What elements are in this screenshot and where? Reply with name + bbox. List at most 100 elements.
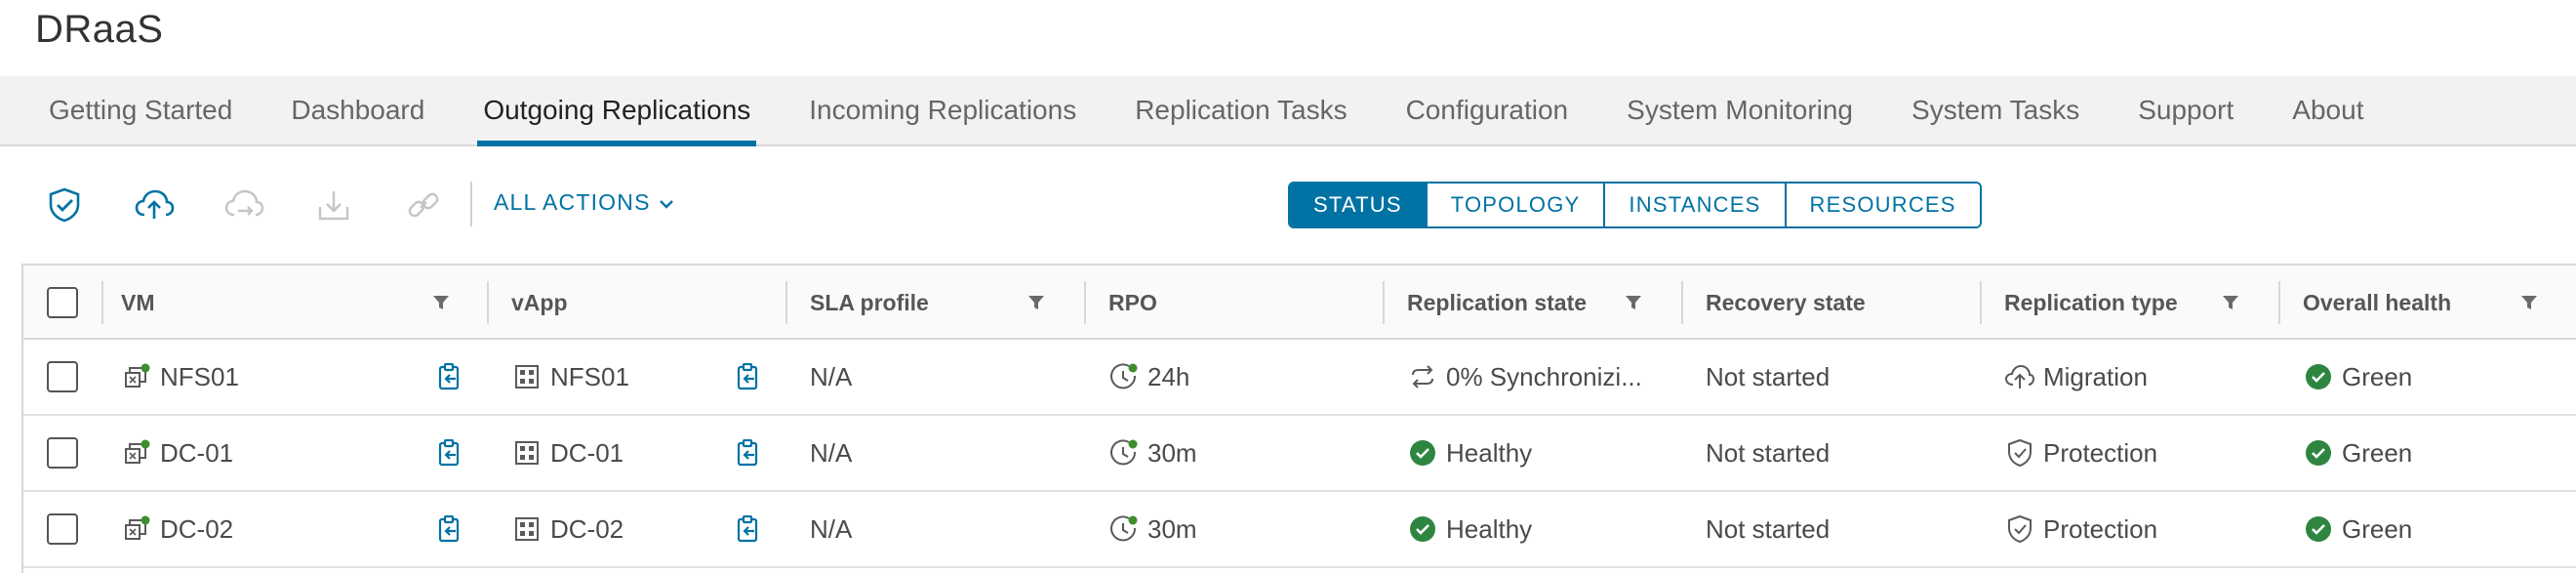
replication-state-cell: Healthy [1407,416,1532,490]
tab-getting-started[interactable]: Getting Started [20,76,262,144]
view-instances-button[interactable]: INSTANCES [1603,184,1785,226]
link-icon[interactable] [400,182,447,228]
column-divider [785,281,787,324]
download-icon[interactable] [310,182,357,228]
filter-icon[interactable] [1023,289,1050,316]
replication-type-value: Protection [2043,437,2158,468]
sync-icon [1407,361,1438,392]
column-divider [101,281,103,324]
column-header-vapp[interactable]: vApp [511,266,568,340]
table-row[interactable]: NFS01 NFS01 N/A 24h 0% Synchronizi... No… [23,340,2576,416]
overall-health-cell: Green [2303,492,2412,566]
tab-system-tasks[interactable]: System Tasks [1882,76,2109,144]
filter-icon[interactable] [427,289,455,316]
tab-incoming-replications[interactable]: Incoming Replications [780,76,1106,144]
tab-replication-tasks[interactable]: Replication Tasks [1106,76,1376,144]
chevron-down-icon [659,189,674,216]
vm-name: DC-01 [160,437,234,468]
copy-icon[interactable] [433,437,466,471]
shield-check-icon[interactable] [41,182,88,228]
column-header-overall-health[interactable]: Overall health [2303,266,2451,340]
column-divider [1084,281,1086,324]
vapp-name: DC-02 [550,513,624,544]
clock-icon [1108,513,1140,545]
overall-health-value: Green [2342,437,2413,468]
tab-system-monitoring[interactable]: System Monitoring [1597,76,1882,144]
check-circle-icon [2303,437,2334,469]
cloud-sync-icon[interactable] [221,182,267,228]
replication-state-value: Healthy [1446,437,1533,468]
vm-icon [121,513,152,545]
column-divider [1383,281,1385,324]
tab-support[interactable]: Support [2109,76,2263,144]
check-circle-icon [1407,437,1438,469]
clock-icon [1108,437,1140,469]
shield-icon [2004,513,2035,545]
replication-state-value: 0% Synchronizi... [1446,361,1642,391]
view-switcher: STATUS TOPOLOGY INSTANCES RESOURCES [1288,182,1982,228]
filter-icon[interactable] [2516,289,2543,316]
replication-type-cell: Protection [2004,492,2157,566]
replication-state-value: Healthy [1446,513,1533,544]
column-header-rpo[interactable]: RPO [1108,266,1157,340]
view-resources-button[interactable]: RESOURCES [1784,184,1980,226]
recovery-state-value: Not started [1706,361,1831,391]
vapp-cell: DC-02 [511,492,624,566]
row-checkbox[interactable] [47,361,78,392]
tab-outgoing-replications[interactable]: Outgoing Replications [454,76,780,146]
vm-cell: DC-01 [121,416,233,490]
view-topology-button[interactable]: TOPOLOGY [1425,184,1604,226]
table-row[interactable]: DC-01 DC-01 N/A 30m Healthy Not started … [23,416,2576,492]
tab-configuration[interactable]: Configuration [1377,76,1598,144]
check-circle-icon [2303,361,2334,392]
rpo-value: 30m [1147,513,1197,544]
column-header-replication-type[interactable]: Replication type [2004,266,2178,340]
rpo-cell: 30m [1108,492,1197,566]
copy-icon[interactable] [433,361,466,394]
toolbar-divider [470,182,472,226]
copy-icon[interactable] [732,437,765,471]
column-header-replication-state[interactable]: Replication state [1407,266,1587,340]
vapp-name: DC-01 [550,437,624,468]
filter-icon[interactable] [2217,289,2244,316]
overall-health-value: Green [2342,513,2413,544]
replication-type-cell: Migration [2004,340,2148,414]
tab-dashboard[interactable]: Dashboard [262,76,454,144]
vm-icon [121,361,152,392]
cloud-upload-icon [2004,361,2035,392]
all-actions-dropdown[interactable]: ALL ACTIONS [494,189,674,216]
row-checkbox[interactable] [47,513,78,545]
cloud-upload-icon[interactable] [131,182,178,228]
copy-icon[interactable] [732,513,765,547]
vapp-icon [511,437,543,469]
vapp-icon [511,513,543,545]
tab-about[interactable]: About [2263,76,2393,144]
view-status-button[interactable]: STATUS [1290,184,1426,226]
vapp-cell: NFS01 [511,340,629,414]
replication-type-value: Migration [2043,361,2148,391]
replication-state-cell: 0% Synchronizi... [1407,340,1642,414]
filter-icon[interactable] [1620,289,1647,316]
column-header-vm[interactable]: VM [121,266,155,340]
clock-icon [1108,361,1140,392]
recovery-state-value: Not started [1706,437,1831,468]
column-divider [1980,281,1982,324]
copy-icon[interactable] [433,513,466,547]
select-all-checkbox[interactable] [47,287,78,318]
recovery-state-value: Not started [1706,513,1831,544]
table-row[interactable]: DC-02 DC-02 N/A 30m Healthy Not started … [23,492,2576,568]
shield-icon [2004,437,2035,469]
replication-type-cell: Protection [2004,416,2157,490]
sla-profile-value: N/A [810,513,853,544]
copy-icon[interactable] [732,361,765,394]
grid-header: VM vApp SLA profile RPO Replication stat… [23,266,2576,340]
main-tabs: Getting Started Dashboard Outgoing Repli… [0,76,2576,146]
app-title: DRaaS [35,8,164,51]
vm-name: DC-02 [160,513,234,544]
column-header-sla-profile[interactable]: SLA profile [810,266,929,340]
column-header-recovery-state[interactable]: Recovery state [1706,266,1866,340]
vm-name: NFS01 [160,361,239,391]
replications-grid: VM vApp SLA profile RPO Replication stat… [21,264,2576,573]
row-checkbox[interactable] [47,437,78,469]
overall-health-cell: Green [2303,340,2412,414]
